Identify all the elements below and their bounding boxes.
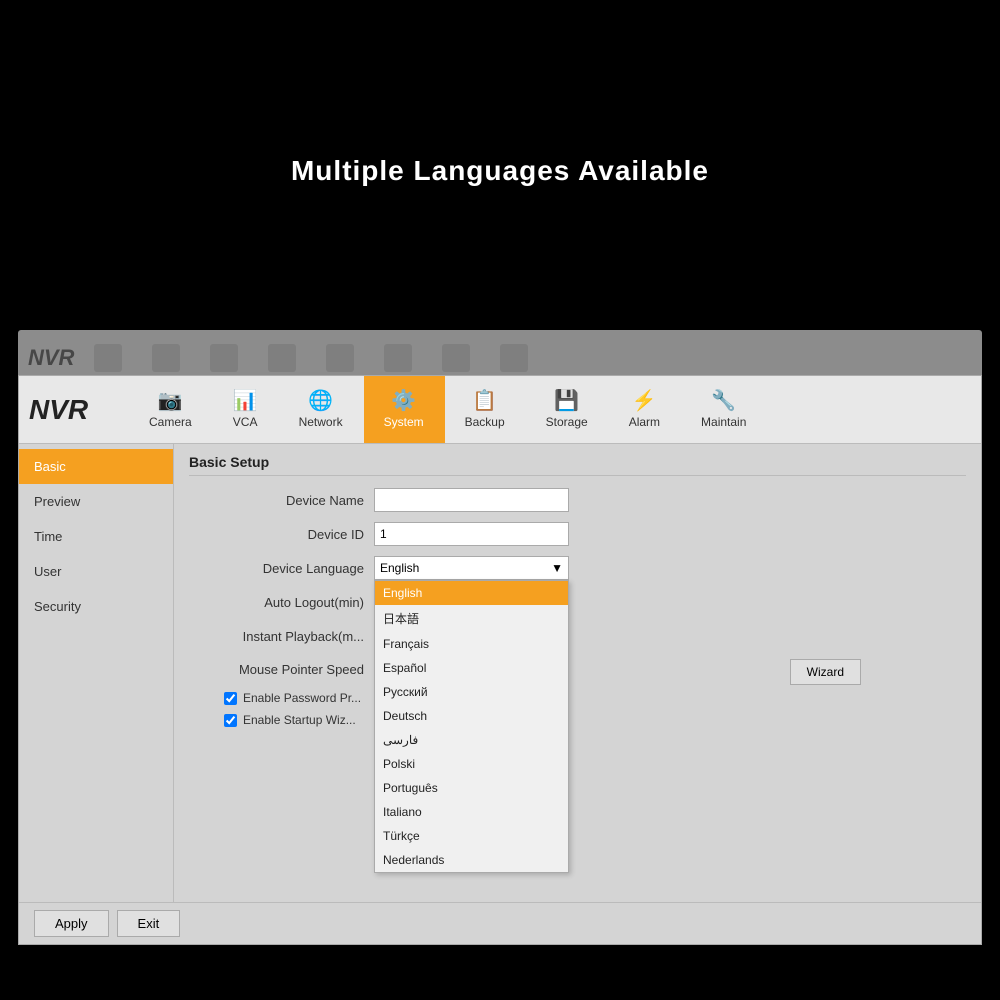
ghost-icon-5 [326, 344, 354, 372]
enable-startup-checkbox[interactable] [224, 714, 237, 727]
device-language-row: Device Language English ▼ English 日本語 Fr… [189, 556, 966, 580]
nav-label-camera: Camera [149, 415, 192, 429]
ghost-nav-icons [94, 344, 528, 372]
content-area: Basic Preview Time User Security Basic S… [19, 444, 981, 902]
network-icon: 🌐 [308, 391, 333, 411]
app-window: NVR 📷 Camera 📊 VCA 🌐 Network ⚙️ System 📋… [18, 375, 982, 945]
language-select-display[interactable]: English ▼ [374, 556, 569, 580]
enable-password-row: Enable Password Pr... [189, 691, 966, 705]
ghost-icon-2 [152, 344, 180, 372]
enable-startup-row: Enable Startup Wiz... [189, 713, 966, 727]
nav-item-storage[interactable]: 💾 Storage [526, 376, 609, 443]
lang-option-turkish[interactable]: Türkçe [375, 824, 568, 848]
device-id-label: Device ID [189, 527, 374, 542]
app-logo: NVR [29, 394, 109, 426]
sidebar-item-basic[interactable]: Basic [19, 449, 173, 484]
device-id-control [374, 522, 569, 546]
nav-item-maintain[interactable]: 🔧 Maintain [681, 376, 767, 443]
backup-icon: 📋 [472, 391, 497, 411]
instant-playback-row: Instant Playback(m... [189, 624, 966, 648]
apply-button[interactable]: Apply [34, 910, 109, 937]
device-id-input[interactable] [374, 522, 569, 546]
nav-item-alarm[interactable]: ⚡ Alarm [609, 376, 681, 443]
ghost-icon-7 [442, 344, 470, 372]
device-name-control [374, 488, 569, 512]
language-selected-value: English [380, 561, 419, 575]
device-language-control: English ▼ English 日本語 Français Español Р… [374, 556, 569, 580]
enable-password-checkbox[interactable] [224, 692, 237, 705]
lang-option-english[interactable]: English [375, 581, 568, 605]
lang-option-polish[interactable]: Polski [375, 752, 568, 776]
top-nav: NVR 📷 Camera 📊 VCA 🌐 Network ⚙️ System 📋… [19, 376, 981, 444]
nav-label-backup: Backup [465, 415, 505, 429]
lang-option-french[interactable]: Français [375, 632, 568, 656]
nav-item-camera[interactable]: 📷 Camera [129, 376, 213, 443]
bottom-bar: Apply Exit [19, 902, 981, 944]
main-content: Basic Setup Device Name Device ID Device… [174, 444, 981, 902]
ghost-icon-1 [94, 344, 122, 372]
device-language-label: Device Language [189, 561, 374, 576]
nav-items: 📷 Camera 📊 VCA 🌐 Network ⚙️ System 📋 Bac… [129, 376, 767, 443]
auto-logout-row: Auto Logout(min) [189, 590, 966, 614]
section-title: Basic Setup [189, 454, 966, 476]
device-name-label: Device Name [189, 493, 374, 508]
wizard-button[interactable]: Wizard [790, 659, 861, 685]
nav-item-system[interactable]: ⚙️ System [364, 376, 445, 443]
lang-option-japanese[interactable]: 日本語 [375, 605, 568, 632]
enable-password-label: Enable Password Pr... [243, 691, 361, 705]
instant-playback-label: Instant Playback(m... [189, 629, 374, 644]
sidebar: Basic Preview Time User Security [19, 444, 174, 902]
lang-option-arabic[interactable]: فارسی [375, 728, 568, 752]
lang-option-spanish[interactable]: Español [375, 656, 568, 680]
storage-icon: 💾 [554, 391, 579, 411]
exit-button[interactable]: Exit [117, 910, 181, 937]
lang-option-german[interactable]: Deutsch [375, 704, 568, 728]
ghost-icon-4 [268, 344, 296, 372]
nav-label-alarm: Alarm [629, 415, 660, 429]
nav-label-system: System [384, 415, 424, 429]
lang-option-dutch[interactable]: Nederlands [375, 848, 568, 872]
nav-label-vca: VCA [233, 415, 258, 429]
lang-option-portuguese[interactable]: Português [375, 776, 568, 800]
vca-icon: 📊 [233, 391, 258, 411]
device-name-row: Device Name [189, 488, 966, 512]
ghost-icon-3 [210, 344, 238, 372]
lang-option-italian[interactable]: Italiano [375, 800, 568, 824]
ghost-icon-8 [500, 344, 528, 372]
ghost-icon-6 [384, 344, 412, 372]
camera-icon: 📷 [158, 391, 183, 411]
sidebar-item-user[interactable]: User [19, 554, 173, 589]
dropdown-arrow-icon: ▼ [551, 561, 563, 575]
sidebar-item-security[interactable]: Security [19, 589, 173, 624]
nav-item-network[interactable]: 🌐 Network [279, 376, 364, 443]
language-select-wrapper: English ▼ English 日本語 Français Español Р… [374, 556, 569, 580]
system-icon: ⚙️ [391, 391, 416, 411]
nav-item-backup[interactable]: 📋 Backup [445, 376, 526, 443]
device-name-input[interactable] [374, 488, 569, 512]
auto-logout-label: Auto Logout(min) [189, 595, 374, 610]
nav-item-vca[interactable]: 📊 VCA [213, 376, 279, 443]
sidebar-item-time[interactable]: Time [19, 519, 173, 554]
sidebar-item-preview[interactable]: Preview [19, 484, 173, 519]
device-id-row: Device ID [189, 522, 966, 546]
nav-label-storage: Storage [546, 415, 588, 429]
enable-startup-label: Enable Startup Wiz... [243, 713, 356, 727]
nav-label-network: Network [299, 415, 343, 429]
mouse-pointer-label: Mouse Pointer Speed [189, 662, 374, 677]
hero-title: Multiple Languages Available [0, 155, 1000, 187]
nav-label-maintain: Maintain [701, 415, 746, 429]
ghost-logo: NVR [28, 345, 74, 371]
maintain-icon: 🔧 [711, 391, 736, 411]
lang-option-russian[interactable]: Русский [375, 680, 568, 704]
alarm-icon: ⚡ [632, 391, 657, 411]
language-dropdown: English 日本語 Français Español Русский Deu… [374, 580, 569, 873]
